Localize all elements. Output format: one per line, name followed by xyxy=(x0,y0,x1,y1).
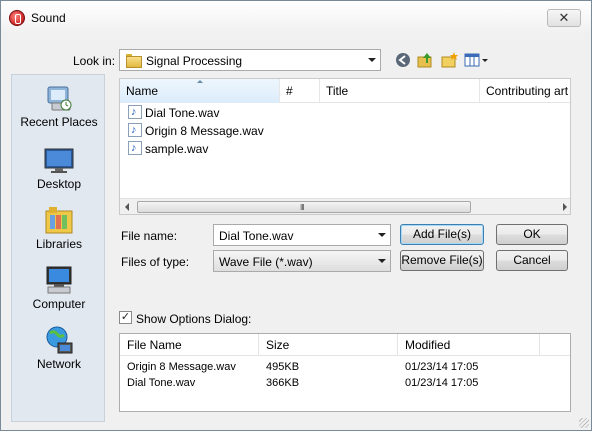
file-list[interactable]: Name # Title Contributing art Dial Tone.… xyxy=(119,78,571,215)
remove-files-button[interactable]: Remove File(s) xyxy=(400,250,484,271)
cancel-button[interactable]: Cancel xyxy=(496,250,568,271)
show-options-label: Show Options Dialog: xyxy=(136,312,252,326)
column-file-name[interactable]: File Name xyxy=(120,334,259,356)
place-label: Libraries xyxy=(35,237,83,251)
window-title: Sound xyxy=(31,11,66,25)
title-bar: Sound ✕ xyxy=(1,1,591,35)
view-menu-icon[interactable] xyxy=(463,50,491,70)
back-icon[interactable] xyxy=(393,50,415,70)
sound-dialog: Sound ✕ Look in: Signal Processing Recen… xyxy=(0,0,592,431)
sort-ascending-icon xyxy=(197,80,203,83)
file-type-label: Files of type: xyxy=(121,255,190,269)
selected-files-table[interactable]: File Name Size Modified Origin 8 Message… xyxy=(119,333,571,412)
file-name-combo[interactable]: Dial Tone.wav xyxy=(213,224,391,246)
audio-file-icon xyxy=(128,121,142,139)
place-desktop[interactable]: Desktop xyxy=(12,145,106,203)
scrollbar-thumb[interactable]: III xyxy=(137,201,471,213)
place-label: Network xyxy=(36,357,81,371)
look-in-label: Look in: xyxy=(73,54,116,68)
row-modified: 01/23/14 17:05 xyxy=(405,377,479,389)
desktop-icon xyxy=(44,145,74,175)
column-label: Name xyxy=(126,84,159,98)
up-folder-icon[interactable] xyxy=(415,50,437,70)
scroll-right-icon[interactable] xyxy=(563,203,567,211)
place-label: Computer xyxy=(32,297,86,311)
computer-icon xyxy=(44,265,74,295)
scroll-left-icon[interactable] xyxy=(125,203,129,211)
file-list-header: Name # Title Contributing art xyxy=(120,79,570,103)
column-name[interactable]: Name xyxy=(120,79,280,103)
column-contributing-artists[interactable]: Contributing art xyxy=(480,79,570,103)
file-name: Origin 8 Message.wav xyxy=(145,124,264,138)
look-in-combo[interactable]: Signal Processing xyxy=(119,49,381,71)
list-item[interactable]: sample.wav xyxy=(128,139,209,158)
folder-icon xyxy=(126,53,142,68)
column-size[interactable]: Size xyxy=(259,334,398,356)
add-files-button[interactable]: Add File(s) xyxy=(400,224,484,245)
app-icon xyxy=(9,10,25,26)
row-size: 495KB xyxy=(266,361,300,373)
row-file-name: Dial Tone.wav xyxy=(127,377,196,389)
selected-files-header: File Name Size Modified xyxy=(120,334,570,356)
look-in-value: Signal Processing xyxy=(146,54,243,68)
list-item[interactable]: Dial Tone.wav xyxy=(128,103,220,122)
file-type-value: Wave File (*.wav) xyxy=(219,255,313,269)
place-computer[interactable]: Computer xyxy=(12,265,106,323)
ok-button[interactable]: OK xyxy=(496,224,568,245)
audio-file-icon xyxy=(128,103,142,121)
place-network[interactable]: Network xyxy=(12,325,106,383)
resize-grip-icon[interactable] xyxy=(579,418,589,428)
horizontal-scrollbar[interactable]: III xyxy=(120,198,570,214)
file-name: sample.wav xyxy=(145,142,209,156)
show-options-checkbox[interactable]: ✓ xyxy=(119,311,132,324)
row-file-name: Origin 8 Message.wav xyxy=(127,361,236,373)
place-recent-places[interactable]: Recent Places xyxy=(12,83,106,141)
column-number[interactable]: # xyxy=(280,79,320,103)
chevron-down-icon xyxy=(368,58,376,62)
libraries-icon xyxy=(44,205,74,235)
file-type-select[interactable]: Wave File (*.wav) xyxy=(213,250,391,272)
network-icon xyxy=(44,325,74,355)
places-bar: Recent Places Desktop Libraries Computer… xyxy=(11,74,105,422)
list-item[interactable]: Origin 8 Message.wav xyxy=(128,121,264,140)
row-modified: 01/23/14 17:05 xyxy=(405,361,479,373)
column-title[interactable]: Title xyxy=(320,79,480,103)
new-folder-icon[interactable] xyxy=(439,50,461,70)
file-name: Dial Tone.wav xyxy=(145,106,220,120)
scroll-grip: III xyxy=(300,203,305,212)
place-label: Recent Places xyxy=(20,115,98,129)
file-name-value: Dial Tone.wav xyxy=(219,229,294,243)
row-size: 366KB xyxy=(266,377,300,389)
recent-places-icon xyxy=(44,83,74,113)
chevron-down-icon xyxy=(378,259,386,263)
file-name-label: File name: xyxy=(121,229,178,243)
place-libraries[interactable]: Libraries xyxy=(12,205,106,263)
column-modified[interactable]: Modified xyxy=(398,334,540,356)
place-label: Desktop xyxy=(36,177,82,191)
audio-file-icon xyxy=(128,139,142,157)
chevron-down-icon[interactable] xyxy=(378,233,386,237)
close-button[interactable]: ✕ xyxy=(547,9,581,27)
